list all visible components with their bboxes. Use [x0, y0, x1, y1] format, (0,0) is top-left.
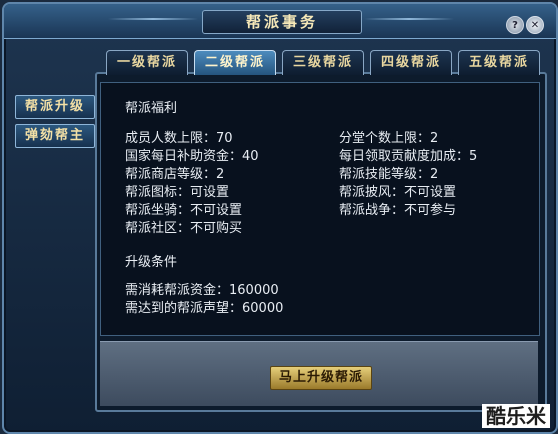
close-icon[interactable]: ✕: [526, 16, 544, 34]
stat-daily-subsidy: 国家每日补助资金：40: [125, 149, 259, 164]
stat-guild-war: 帮派战争：不可参与: [339, 203, 457, 218]
tab-level-5[interactable]: 五级帮派: [458, 50, 540, 75]
benefits-content: 帮派福利 成员人数上限：70 国家每日补助资金：40 帮派商店等级：2 帮派图标…: [100, 82, 540, 336]
stat-daily-contribution-bonus: 每日领取贡献度加成：5: [339, 149, 478, 164]
tab-level-3[interactable]: 三级帮派: [282, 50, 364, 75]
tab-level-2[interactable]: 二级帮派: [194, 50, 276, 75]
sidebar-item-guild-upgrade[interactable]: 帮派升级: [15, 95, 95, 119]
sidebar-item-impeach-leader[interactable]: 弹劾帮主: [15, 124, 95, 148]
tab-level-1[interactable]: 一级帮派: [106, 50, 188, 75]
stat-max-members: 成员人数上限：70: [125, 131, 233, 146]
stat-skill-level: 帮派技能等级：2: [339, 167, 439, 182]
tab-level-4[interactable]: 四级帮派: [370, 50, 452, 75]
upgrade-guild-button[interactable]: 马上升级帮派: [270, 366, 372, 390]
requirements-title: 升级条件: [125, 255, 178, 270]
stat-guild-icon: 帮派图标：可设置: [125, 185, 230, 200]
benefits-title: 帮派福利: [125, 101, 178, 116]
req-guild-funds: 需消耗帮派资金：160000: [125, 283, 279, 298]
title-ornament-left: [108, 18, 198, 20]
stat-guild-cloak: 帮派披风：不可设置: [339, 185, 457, 200]
title-ornament-right: [364, 18, 454, 20]
window-title: 帮派事务: [202, 10, 362, 34]
level-tabs: 一级帮派 二级帮派 三级帮派 四级帮派 五级帮派: [100, 50, 540, 76]
req-guild-reputation: 需达到的帮派声望：60000: [125, 301, 284, 316]
question-icon[interactable]: ?: [506, 16, 524, 34]
stat-guild-community: 帮派社区：不可购买: [125, 221, 243, 236]
title-bar: 帮派事务 ? ✕: [4, 4, 556, 39]
stat-guild-mount: 帮派坐骑：不可设置: [125, 203, 243, 218]
site-watermark: 酷乐米: [482, 404, 550, 428]
stat-shop-level: 帮派商店等级：2: [125, 167, 225, 182]
stat-max-branches: 分堂个数上限：2: [339, 131, 439, 146]
